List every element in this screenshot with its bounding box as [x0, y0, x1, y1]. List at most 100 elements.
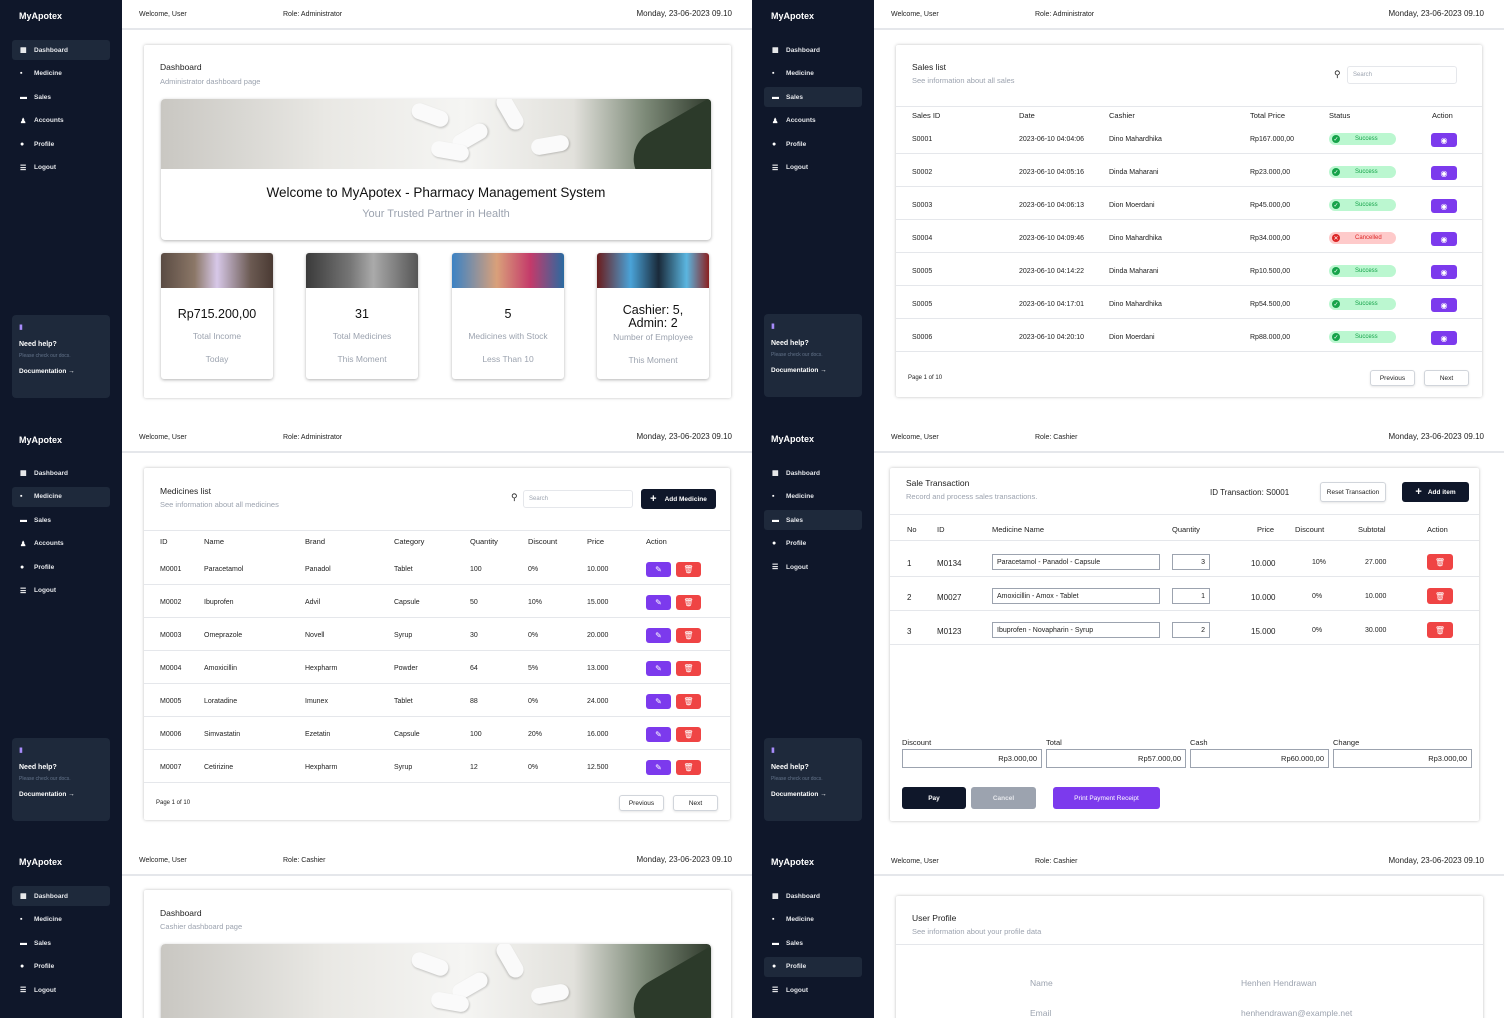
sidebar-item-medicine[interactable]: ▪ Medicine — [12, 64, 110, 84]
trash-icon: 🗑 — [683, 565, 694, 574]
brand-logo[interactable]: MyApotex — [19, 11, 62, 21]
admin-dashboard-screen: MyApotex ▦ Dashboard ▪ Medicine ▬ Sales ♟ Ac… — [0, 0, 752, 423]
sidebar-item-profile[interactable]: ● Profile — [12, 557, 110, 577]
sidebar-item-sales[interactable]: ▬ Sales — [764, 510, 862, 530]
edit-medicine-button[interactable]: ✎ — [646, 562, 671, 577]
sidebar-item-medicine[interactable]: ▪ Medicine — [764, 487, 862, 507]
sidebar-item-accounts[interactable]: ♟ Accounts — [764, 111, 862, 131]
delete-medicine-button[interactable]: 🗑 — [676, 760, 701, 775]
add-medicine-button[interactable]: + Add Medicine — [641, 489, 716, 509]
add-item-button[interactable]: + Add item — [1402, 482, 1469, 502]
sidebar-item-logout[interactable]: ☰ Logout — [764, 557, 862, 577]
sidebar-item-dashboard[interactable]: ▦ Dashboard — [12, 40, 110, 60]
medicine-name-field[interactable]: Amoxicillin - Amox - Tablet — [992, 588, 1160, 604]
medicine-name-field[interactable]: Ibuprofen - Novapharin - Syrup — [992, 622, 1160, 638]
col-status: Status — [1329, 111, 1351, 120]
delete-medicine-button[interactable]: 🗑 — [676, 694, 701, 709]
brand-logo[interactable]: MyApotex — [771, 434, 814, 444]
sidebar-item-sales[interactable]: ▬ Sales — [764, 87, 862, 107]
cash-field[interactable]: Rp60.000,00 — [1190, 749, 1329, 768]
sidebar-item-logout[interactable]: ☰ Logout — [12, 980, 110, 1000]
delete-item-button[interactable]: 🗑 — [1427, 622, 1453, 638]
help-subtitle: Please check our docs. — [19, 776, 71, 782]
sidebar-item-medicine[interactable]: ▪ Medicine — [764, 64, 862, 84]
sidebar-item-medicine[interactable]: ▪ Medicine — [12, 486, 110, 507]
delete-medicine-button[interactable]: 🗑 — [676, 628, 701, 643]
search-input[interactable]: Search — [523, 490, 633, 508]
view-sale-button[interactable]: ◉ — [1431, 133, 1457, 147]
cancel-button[interactable]: Cancel — [971, 787, 1036, 809]
sidebar-item-logout[interactable]: ☰ Logout — [12, 581, 110, 601]
documentation-link[interactable]: Documentation → — [19, 368, 103, 375]
view-sale-button[interactable]: ◉ — [1431, 232, 1457, 246]
view-sale-button[interactable]: ◉ — [1431, 199, 1457, 213]
quantity-field[interactable]: 2 — [1172, 622, 1210, 638]
sidebar-item-accounts[interactable]: ♟ Accounts — [12, 111, 110, 131]
edit-medicine-button[interactable]: ✎ — [646, 694, 671, 709]
status-badge: ✕ Cancelled — [1329, 232, 1396, 244]
sidebar-item-profile[interactable]: ● Profile — [12, 134, 110, 154]
discount-field[interactable]: Rp3.000,00 — [902, 749, 1042, 768]
edit-medicine-button[interactable]: ✎ — [646, 760, 671, 775]
medicine-quantity-cell: 12 — [470, 764, 478, 771]
brand-logo[interactable]: MyApotex — [771, 11, 814, 21]
documentation-link[interactable]: Documentation → — [771, 367, 855, 374]
edit-medicine-button[interactable]: ✎ — [646, 661, 671, 676]
sidebar-item-dashboard[interactable]: ▦ Dashboard — [764, 463, 862, 483]
sidebar-item-sales[interactable]: ▬ Sales — [12, 933, 110, 953]
quantity-field[interactable]: 1 — [1172, 588, 1210, 604]
sidebar-item-profile[interactable]: ● Profile — [12, 957, 110, 977]
change-field[interactable]: Rp3.000,00 — [1333, 749, 1472, 768]
sidebar-item-sales[interactable]: ▬ Sales — [12, 87, 110, 107]
next-button[interactable]: Next — [1424, 370, 1469, 386]
edit-medicine-button[interactable]: ✎ — [646, 727, 671, 742]
sidebar-item-logout[interactable]: ☰ Logout — [12, 158, 110, 178]
view-sale-button[interactable]: ◉ — [1431, 166, 1457, 180]
sidebar-item-profile[interactable]: ● Profile — [764, 956, 862, 977]
view-sale-button[interactable]: ◉ — [1431, 331, 1457, 345]
sidebar-item-sales[interactable]: ▬ Sales — [12, 510, 110, 530]
sidebar-item-profile[interactable]: ● Profile — [764, 134, 862, 154]
sidebar-item-accounts[interactable]: ♟ Accounts — [12, 534, 110, 554]
documentation-link[interactable]: Documentation → — [19, 791, 103, 798]
previous-button[interactable]: Previous — [619, 795, 664, 811]
sidebar-item-label: Logout — [786, 986, 809, 994]
sidebar-item-dashboard[interactable]: ▦ Dashboard — [12, 886, 110, 906]
brand-logo[interactable]: MyApotex — [19, 435, 62, 445]
delete-item-button[interactable]: 🗑 — [1427, 588, 1453, 604]
pay-button[interactable]: Pay — [902, 787, 966, 809]
sidebar-item-sales[interactable]: ▬ Sales — [764, 933, 862, 953]
edit-medicine-button[interactable]: ✎ — [646, 595, 671, 610]
medicine-name-field[interactable]: Paracetamol - Panadol - Capsule — [992, 554, 1160, 570]
sidebar-item-dashboard[interactable]: ▦ Dashboard — [12, 463, 110, 483]
sidebar-item-medicine[interactable]: ▪ Medicine — [764, 910, 862, 930]
sidebar-item-logout[interactable]: ☰ Logout — [764, 158, 862, 178]
print-receipt-button[interactable]: Print Payment Receipt — [1053, 787, 1160, 809]
brand-logo[interactable]: MyApotex — [19, 857, 62, 867]
sidebar-item-label: Profile — [786, 140, 807, 148]
sidebar-item-profile[interactable]: ● Profile — [764, 534, 862, 554]
delete-item-button[interactable]: 🗑 — [1427, 554, 1453, 570]
sidebar-item-logout[interactable]: ☰ Logout — [764, 980, 862, 1000]
previous-button[interactable]: Previous — [1370, 370, 1415, 386]
search-input[interactable]: Search — [1347, 66, 1457, 84]
view-sale-button[interactable]: ◉ — [1431, 298, 1457, 312]
plus-icon: + — [1415, 486, 1422, 498]
reset-transaction-button[interactable]: Reset Transaction — [1320, 482, 1386, 502]
delete-medicine-button[interactable]: 🗑 — [676, 562, 701, 577]
brand-logo[interactable]: MyApotex — [771, 857, 814, 867]
topbar: Welcome, User Role: Administrator Monday… — [122, 0, 752, 30]
stat-value: Rp715.200,00 — [177, 307, 257, 321]
sidebar-item-dashboard[interactable]: ▦ Dashboard — [764, 40, 862, 60]
documentation-link[interactable]: Documentation → — [771, 791, 855, 798]
total-field[interactable]: Rp57.000,00 — [1046, 749, 1186, 768]
delete-medicine-button[interactable]: 🗑 — [676, 727, 701, 742]
next-button[interactable]: Next — [673, 795, 718, 811]
delete-medicine-button[interactable]: 🗑 — [676, 595, 701, 610]
sidebar-item-medicine[interactable]: ▪ Medicine — [12, 910, 110, 930]
delete-medicine-button[interactable]: 🗑 — [676, 661, 701, 676]
sidebar-item-dashboard[interactable]: ▦ Dashboard — [764, 886, 862, 906]
edit-medicine-button[interactable]: ✎ — [646, 628, 671, 643]
view-sale-button[interactable]: ◉ — [1431, 265, 1457, 279]
quantity-field[interactable]: 3 — [1172, 554, 1210, 570]
